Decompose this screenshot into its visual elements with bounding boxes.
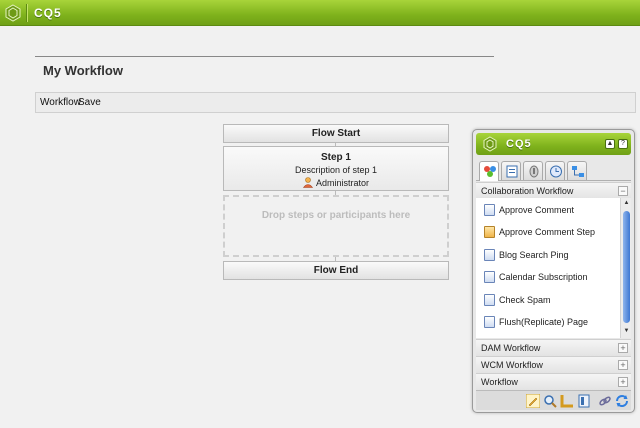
scroll-thumb[interactable] <box>623 211 630 323</box>
page-title: My Workflow <box>43 63 123 78</box>
list-item[interactable]: Approve Comment <box>476 199 619 221</box>
group-collaboration-workflow[interactable]: Collaboration Workflow − <box>476 182 631 199</box>
page-icon <box>506 165 518 178</box>
sidekick-panel: CQ5 ▲ ? Collaboration Workflow − Approve… <box>472 129 635 413</box>
collapse-icon[interactable]: − <box>618 186 628 196</box>
group-wcm-workflow[interactable]: WCM Workflow + <box>476 356 631 373</box>
group-workflow[interactable]: Workflow + <box>476 373 631 390</box>
document-icon <box>484 294 495 306</box>
step-description: Description of step 1 <box>294 165 378 175</box>
flow-end-node[interactable]: Flow End <box>223 261 449 280</box>
list-item-label: Approve Comment <box>499 205 575 215</box>
list-item[interactable]: Calendar Subscription <box>476 266 619 288</box>
tab-versioning[interactable] <box>545 161 565 180</box>
list-item[interactable]: Check Spam <box>476 289 619 311</box>
scroll-down-icon[interactable]: ▼ <box>622 327 631 336</box>
clock-icon <box>550 165 562 178</box>
list-item[interactable]: Blog Search Ping <box>476 244 619 266</box>
design-ruler-icon[interactable] <box>560 394 574 408</box>
top-bar-separator <box>26 4 27 22</box>
components-icon <box>484 166 496 177</box>
component-list: Approve Comment Approve Comment Step Blo… <box>476 198 631 338</box>
top-bar: CQ5 <box>0 0 640 26</box>
refresh-icon[interactable] <box>615 394 629 408</box>
list-item[interactable]: Approve Comment Step <box>476 221 619 243</box>
sidekick-tabs <box>476 159 631 181</box>
tab-workflow[interactable] <box>567 161 587 180</box>
sidekick-header[interactable]: CQ5 ▲ ? <box>476 133 631 155</box>
edit-pencil-icon[interactable] <box>526 394 540 408</box>
list-item-label: Check Spam <box>499 295 551 305</box>
group-label: DAM Workflow <box>481 343 541 353</box>
save-button[interactable]: Save <box>78 97 101 108</box>
step-participant: Administrator <box>302 177 369 188</box>
sidekick-bottom-toolbar <box>476 390 631 410</box>
cq5-logo-icon[interactable] <box>4 4 22 22</box>
help-icon[interactable]: ? <box>618 139 628 149</box>
expand-icon[interactable]: + <box>618 343 628 353</box>
group-dam-workflow[interactable]: DAM Workflow + <box>476 339 631 356</box>
tab-information[interactable] <box>523 161 543 180</box>
workflow-step-1[interactable]: Step 1 Description of step 1 Administrat… <box>223 146 449 191</box>
expand-icon[interactable]: + <box>618 377 628 387</box>
workflow-toolbar: Workflow Save <box>35 92 636 113</box>
title-divider <box>35 56 494 57</box>
workflow-menu-button[interactable]: Workflow <box>40 97 81 108</box>
group-label: WCM Workflow <box>481 360 543 370</box>
list-scrollbar[interactable]: ▲ ▼ <box>620 198 631 338</box>
document-icon <box>484 204 495 216</box>
scroll-up-icon[interactable]: ▲ <box>622 199 631 208</box>
expand-icon[interactable]: + <box>618 360 628 370</box>
document-icon <box>484 271 495 283</box>
list-item-label: Calendar Subscription <box>499 272 588 282</box>
workflow-icon <box>572 166 584 177</box>
user-step-icon <box>484 226 495 238</box>
info-icon <box>529 165 539 178</box>
group-label: Collaboration Workflow <box>481 186 574 196</box>
cq5-logo-icon <box>483 136 497 152</box>
document-icon <box>484 249 495 261</box>
list-item-label: Flush(Replicate) Page <box>499 317 589 327</box>
user-icon <box>302 177 313 188</box>
step-title: Step 1 <box>320 152 351 163</box>
flow-start-node[interactable]: Flow Start <box>223 124 449 143</box>
list-item[interactable]: Flush(Replicate) Page <box>476 311 619 333</box>
drop-zone[interactable]: Drop steps or participants here <box>223 195 449 257</box>
document-icon <box>484 316 495 328</box>
tab-page[interactable] <box>501 161 521 180</box>
list-item-label: Blog Search Ping <box>499 250 569 260</box>
scaffolding-icon[interactable] <box>577 394 591 408</box>
step-participant-name: Administrator <box>315 177 369 188</box>
link-icon[interactable] <box>598 394 612 408</box>
preview-magnifier-icon[interactable] <box>543 394 557 408</box>
list-item-label: Approve Comment Step <box>499 227 596 237</box>
tab-components[interactable] <box>479 161 499 181</box>
sidekick-title: CQ5 <box>506 138 532 150</box>
group-label: Workflow <box>481 377 518 387</box>
app-title: CQ5 <box>34 6 62 20</box>
collapse-sidekick-icon[interactable]: ▲ <box>605 139 615 149</box>
